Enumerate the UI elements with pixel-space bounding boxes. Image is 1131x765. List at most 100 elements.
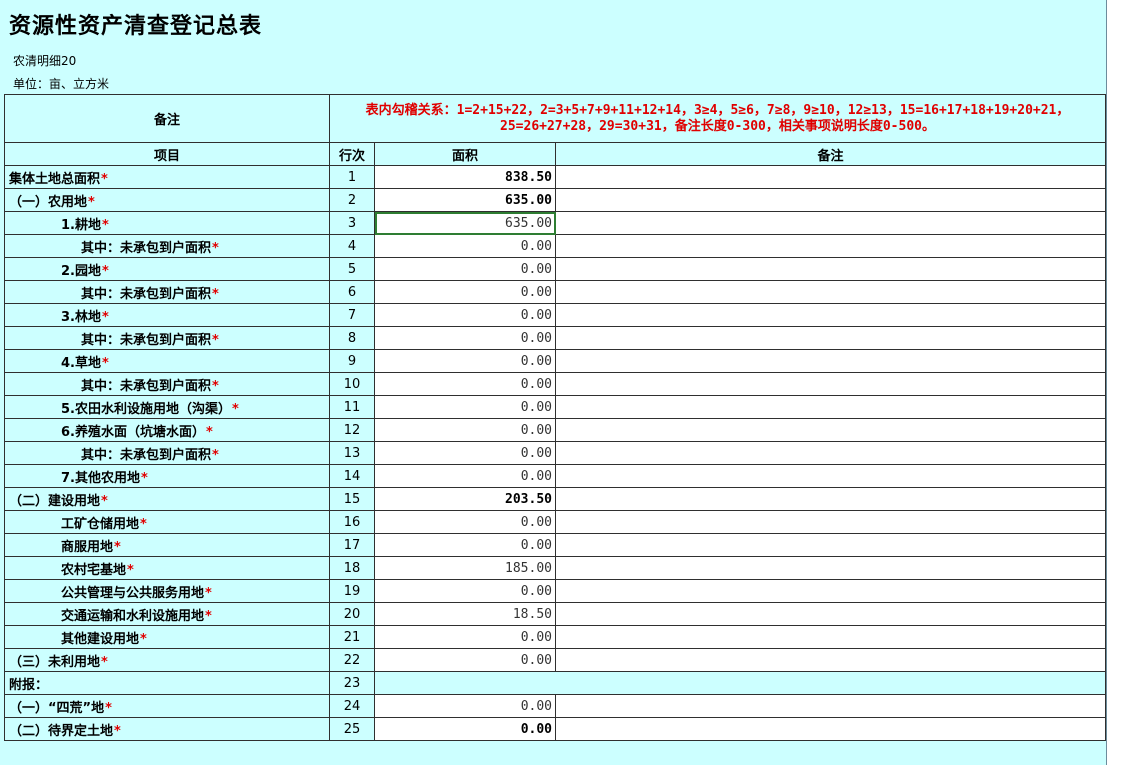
area-cell[interactable]: 185.00 [374,556,556,580]
note-cell[interactable] [554,211,1107,235]
item-cell[interactable]: 7.其他农用地* [4,464,330,488]
area-cell[interactable]: 18.50 [374,602,556,626]
area-cell[interactable]: 0.00 [374,349,556,373]
row-number-cell[interactable]: 22 [329,648,375,672]
note-cell[interactable] [554,165,1107,189]
area-cell[interactable]: 0.00 [374,717,556,741]
item-cell[interactable]: 6.养殖水面（坑塘水面）* [4,418,330,442]
row-number-cell[interactable]: 19 [329,579,375,603]
item-cell[interactable]: 1.耕地* [4,211,330,235]
note-cell[interactable] [554,303,1107,327]
note-cell[interactable] [554,694,1107,718]
area-cell[interactable]: 0.00 [374,648,556,672]
area-cell[interactable]: 0.00 [374,280,556,304]
item-cell[interactable]: 其他建设用地* [4,625,330,649]
area-cell[interactable]: 0.00 [374,303,556,327]
item-cell[interactable]: （二）建设用地* [4,487,330,511]
note-cell[interactable] [554,280,1107,304]
row-number-cell[interactable]: 8 [329,326,375,350]
area-cell[interactable]: 0.00 [374,441,556,465]
row-number-cell[interactable]: 21 [329,625,375,649]
note-cell[interactable] [554,326,1107,350]
note-cell[interactable] [554,234,1107,258]
note-cell[interactable] [554,533,1107,557]
row-number-cell[interactable]: 9 [329,349,375,373]
area-cell[interactable]: 0.00 [374,694,556,718]
area-cell[interactable]: 0.00 [374,464,556,488]
area-cell[interactable]: 0.00 [374,625,556,649]
note-cell[interactable] [554,464,1107,488]
row-number-cell[interactable]: 17 [329,533,375,557]
row-number-cell[interactable]: 7 [329,303,375,327]
area-cell[interactable]: 635.00 [374,211,556,235]
note-cell[interactable] [554,395,1107,419]
item-cell[interactable]: 工矿仓储用地* [4,510,330,534]
area-cell[interactable]: 0.00 [374,395,556,419]
item-cell[interactable]: 集体土地总面积* [4,165,330,189]
row-number-cell[interactable]: 13 [329,441,375,465]
item-cell[interactable]: 3.林地* [4,303,330,327]
area-cell[interactable]: 0.00 [374,418,556,442]
row-number-cell[interactable]: 25 [329,717,375,741]
item-cell[interactable]: （一）“四荒”地* [4,694,330,718]
item-cell[interactable]: 其中：未承包到户面积* [4,326,330,350]
item-cell[interactable]: 附报： [4,671,330,695]
note-cell[interactable] [554,556,1107,580]
row-number-cell[interactable]: 10 [329,372,375,396]
area-cell[interactable]: 0.00 [374,326,556,350]
note-cell[interactable] [554,602,1107,626]
area-cell[interactable]: 0.00 [374,533,556,557]
area-cell[interactable]: 838.50 [374,165,556,189]
item-cell[interactable]: 其中：未承包到户面积* [4,372,330,396]
row-number-cell[interactable]: 2 [329,188,375,212]
item-cell[interactable]: 5.农田水利设施用地（沟渠）* [4,395,330,419]
row-number-cell[interactable]: 23 [329,671,375,695]
item-cell[interactable]: 农村宅基地* [4,556,330,580]
note-cell[interactable] [554,441,1107,465]
area-cell[interactable]: 635.00 [374,188,556,212]
area-cell[interactable]: 0.00 [374,257,556,281]
item-label: 6.养殖水面（坑塘水面） [61,424,205,440]
area-cell[interactable]: 0.00 [374,510,556,534]
item-cell[interactable]: 其中：未承包到户面积* [4,234,330,258]
item-cell[interactable]: 其中：未承包到户面积* [4,441,330,465]
row-number-cell[interactable]: 16 [329,510,375,534]
area-cell[interactable]: 203.50 [374,487,556,511]
row-number-cell[interactable]: 20 [329,602,375,626]
note-cell[interactable] [554,648,1107,672]
row-number-cell[interactable]: 1 [329,165,375,189]
row-number-cell[interactable]: 12 [329,418,375,442]
item-cell[interactable]: （一）农用地* [4,188,330,212]
area-cell[interactable]: 0.00 [374,372,556,396]
item-cell[interactable]: 商服用地* [4,533,330,557]
note-cell[interactable] [554,579,1107,603]
item-cell[interactable]: 公共管理与公共服务用地* [4,579,330,603]
item-cell[interactable]: 其中：未承包到户面积* [4,280,330,304]
item-cell[interactable]: （二）待界定土地* [4,717,330,741]
row-number-cell[interactable]: 15 [329,487,375,511]
note-cell[interactable] [554,487,1107,511]
item-cell[interactable]: 4.草地* [4,349,330,373]
row-number-cell[interactable]: 5 [329,257,375,281]
row-number-cell[interactable]: 6 [329,280,375,304]
row-number-cell[interactable]: 14 [329,464,375,488]
note-cell[interactable] [554,257,1107,281]
area-cell[interactable]: 0.00 [374,579,556,603]
note-cell[interactable] [554,418,1107,442]
item-cell[interactable]: 交通运输和水利设施用地* [4,602,330,626]
note-cell[interactable] [554,349,1107,373]
note-cell[interactable] [554,372,1107,396]
note-cell[interactable] [554,188,1107,212]
area-cell[interactable]: 0.00 [374,234,556,258]
item-cell[interactable]: 2.园地* [4,257,330,281]
note-cell[interactable] [554,510,1107,534]
area-cell[interactable] [373,671,1107,695]
row-number-cell[interactable]: 11 [329,395,375,419]
item-cell[interactable]: （三）未利用地* [4,648,330,672]
row-number-cell[interactable]: 3 [329,211,375,235]
row-number-cell[interactable]: 18 [329,556,375,580]
note-cell[interactable] [554,625,1107,649]
row-number-cell[interactable]: 4 [329,234,375,258]
note-cell[interactable] [554,717,1107,741]
row-number-cell[interactable]: 24 [329,694,375,718]
